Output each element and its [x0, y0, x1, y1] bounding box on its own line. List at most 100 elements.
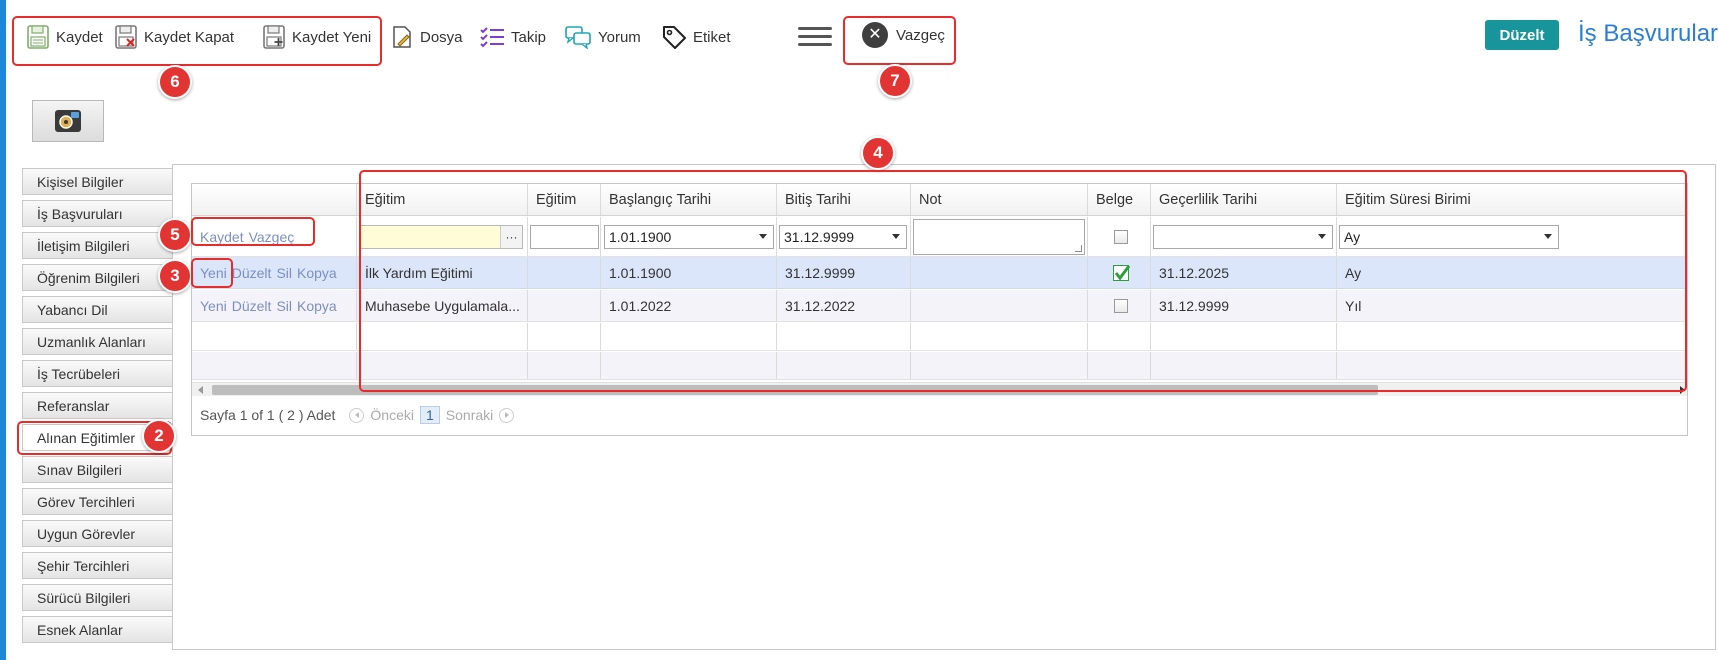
sidebar-item-experience[interactable]: İş Tecrübeleri [22, 360, 172, 387]
document-checkbox[interactable] [1114, 298, 1128, 313]
copy-link[interactable]: Kopya [297, 298, 337, 314]
save-button[interactable]: Kaydet [26, 20, 103, 54]
next-page-icon[interactable] [499, 407, 515, 423]
sidebar-item-applications[interactable]: İş Başvuruları [22, 200, 172, 227]
document-checkbox[interactable] [1114, 229, 1128, 244]
row-actions: Yeni Düzelt Sil Kopya [192, 290, 357, 321]
training-value: İlk Yardım Eğitimi [357, 257, 528, 288]
training-input[interactable]: ··· [360, 224, 523, 249]
delete-link[interactable]: Sil [276, 298, 292, 314]
new-link[interactable]: Yeni [200, 298, 227, 314]
sidebar-item-expertise[interactable]: Uzmanlık Alanları [22, 328, 172, 355]
sidebar-item-driver-info[interactable]: Sürücü Bilgileri [22, 584, 172, 611]
col-document[interactable]: Belge [1088, 184, 1151, 215]
pager-info: Sayfa 1 of 1 ( 2 ) Adet [200, 407, 336, 423]
sidebar-item-suitable-tasks[interactable]: Uygun Görevler [22, 520, 172, 547]
tag-label: Etiket [693, 28, 731, 46]
delete-link[interactable]: Sil [276, 265, 292, 281]
gear-icon [55, 110, 81, 132]
col-training-2[interactable]: Eğitim [528, 184, 601, 215]
note-value [911, 257, 1088, 288]
validity-cell [1151, 217, 1337, 256]
file-button[interactable]: Dosya [390, 20, 463, 54]
end-date-cell: 31.12.9999 [777, 217, 911, 256]
annotation-badge: 6 [158, 65, 192, 99]
page-title: İş Başvuruları [1578, 20, 1718, 47]
table-row[interactable]: Yeni Düzelt Sil Kopya Muhasebe Uygulamal… [192, 290, 1687, 322]
cancel-button[interactable]: ✕ Vazgeç [862, 22, 945, 48]
edit-button[interactable]: Düzelt [1485, 20, 1559, 50]
new-link[interactable]: Yeni [200, 265, 227, 281]
col-validity-date[interactable]: Geçerlilik Tarihi [1151, 184, 1337, 215]
end-date-select[interactable]: 31.12.9999 [779, 224, 907, 249]
edit-link[interactable]: Düzelt [232, 298, 272, 314]
duration-unit-select[interactable]: Ay [1339, 224, 1559, 249]
annotation-badge: 2 [142, 419, 176, 453]
table-row[interactable]: Yeni Düzelt Sil Kopya İlk Yardım Eğitimi… [192, 257, 1687, 289]
end-date-value: 31.12.9999 [784, 228, 855, 245]
start-date-cell: 1.01.1900 [601, 217, 777, 256]
annotation-badge: 4 [861, 136, 895, 170]
scroll-left-icon[interactable] [198, 386, 203, 394]
chevron-down-icon [1318, 233, 1326, 239]
col-end-date[interactable]: Bitiş Tarihi [777, 184, 911, 215]
prev-page-button[interactable]: Önceki [370, 407, 414, 423]
save-link[interactable]: Kaydet [200, 229, 244, 245]
note-cell [911, 217, 1088, 256]
resize-handle[interactable] [1075, 244, 1082, 252]
training2-input[interactable] [530, 224, 599, 249]
document-checkbox-checked[interactable] [1113, 264, 1131, 281]
training2-value [528, 290, 601, 321]
duration-unit-value: Ay [1344, 228, 1361, 245]
follow-button[interactable]: Takip [479, 20, 546, 54]
current-page[interactable]: 1 [420, 406, 440, 424]
scrollbar-thumb[interactable] [212, 385, 1378, 395]
file-icon [393, 26, 411, 48]
hamburger-menu-icon[interactable] [798, 22, 832, 52]
sidebar-item-task-preferences[interactable]: Görev Tercihleri [22, 488, 172, 515]
sidebar-item-languages[interactable]: Yabancı Dil [22, 296, 172, 323]
start-date-value: 1.01.2022 [601, 290, 777, 321]
col-note[interactable]: Not [911, 184, 1088, 215]
col-start-date[interactable]: Başlangıç Tarihi [601, 184, 777, 215]
save-new-button[interactable]: Kaydet Yeni [262, 20, 371, 54]
start-date-value: 1.01.1900 [601, 257, 777, 288]
grid-header: Eğitim Eğitim Başlangıç Tarihi Bitiş Tar… [192, 184, 1687, 216]
chevron-down-icon [759, 233, 767, 239]
col-training[interactable]: Eğitim [357, 184, 528, 215]
annotation-badge: 7 [878, 64, 912, 98]
save-new-icon [263, 25, 285, 49]
sidebar-item-city-preferences[interactable]: Şehir Tercihleri [22, 552, 172, 579]
sidebar-item-exams[interactable]: Sınav Bilgileri [22, 456, 172, 483]
row-actions: Yeni Düzelt Sil Kopya [192, 257, 357, 288]
sidebar-item-references[interactable]: Referanslar [22, 392, 172, 419]
checkmark-icon [1114, 264, 1131, 280]
sidebar-item-flexible-fields[interactable]: Esnek Alanlar [22, 616, 172, 643]
lookup-button[interactable]: ··· [500, 225, 522, 248]
settings-button[interactable] [32, 100, 104, 142]
cancel-link[interactable]: Vazgeç [249, 229, 295, 245]
col-actions [192, 184, 357, 215]
sidebar-item-education[interactable]: Öğrenim Bilgileri [22, 264, 172, 291]
note-textarea[interactable] [913, 218, 1085, 255]
sidebar-item-contact[interactable]: İletişim Bilgileri [22, 232, 172, 259]
tag-button[interactable]: Etiket [661, 20, 731, 54]
follow-label: Takip [511, 28, 547, 46]
horizontal-scrollbar[interactable] [192, 382, 1687, 396]
scroll-right-icon[interactable] [1680, 386, 1685, 394]
comment-button[interactable]: Yorum [564, 20, 641, 54]
col-duration-unit[interactable]: Eğitim Süresi Birimi [1337, 184, 1687, 215]
copy-link[interactable]: Kopya [297, 265, 337, 281]
file-label: Dosya [420, 28, 463, 46]
validity-date-select[interactable] [1153, 224, 1333, 249]
start-date-select[interactable]: 1.01.1900 [604, 224, 774, 249]
sidebar-item-personal[interactable]: Kişisel Bilgiler [22, 168, 172, 195]
prev-page-icon[interactable] [349, 407, 365, 423]
annotation-badge: 5 [158, 218, 192, 252]
save-close-button[interactable]: Kaydet Kapat [114, 20, 234, 54]
edit-link[interactable]: Düzelt [232, 265, 272, 281]
save-close-icon [115, 25, 137, 49]
next-page-button[interactable]: Sonraki [446, 407, 493, 423]
unit-cell: Ay [1337, 217, 1687, 256]
tag-icon [663, 26, 686, 49]
